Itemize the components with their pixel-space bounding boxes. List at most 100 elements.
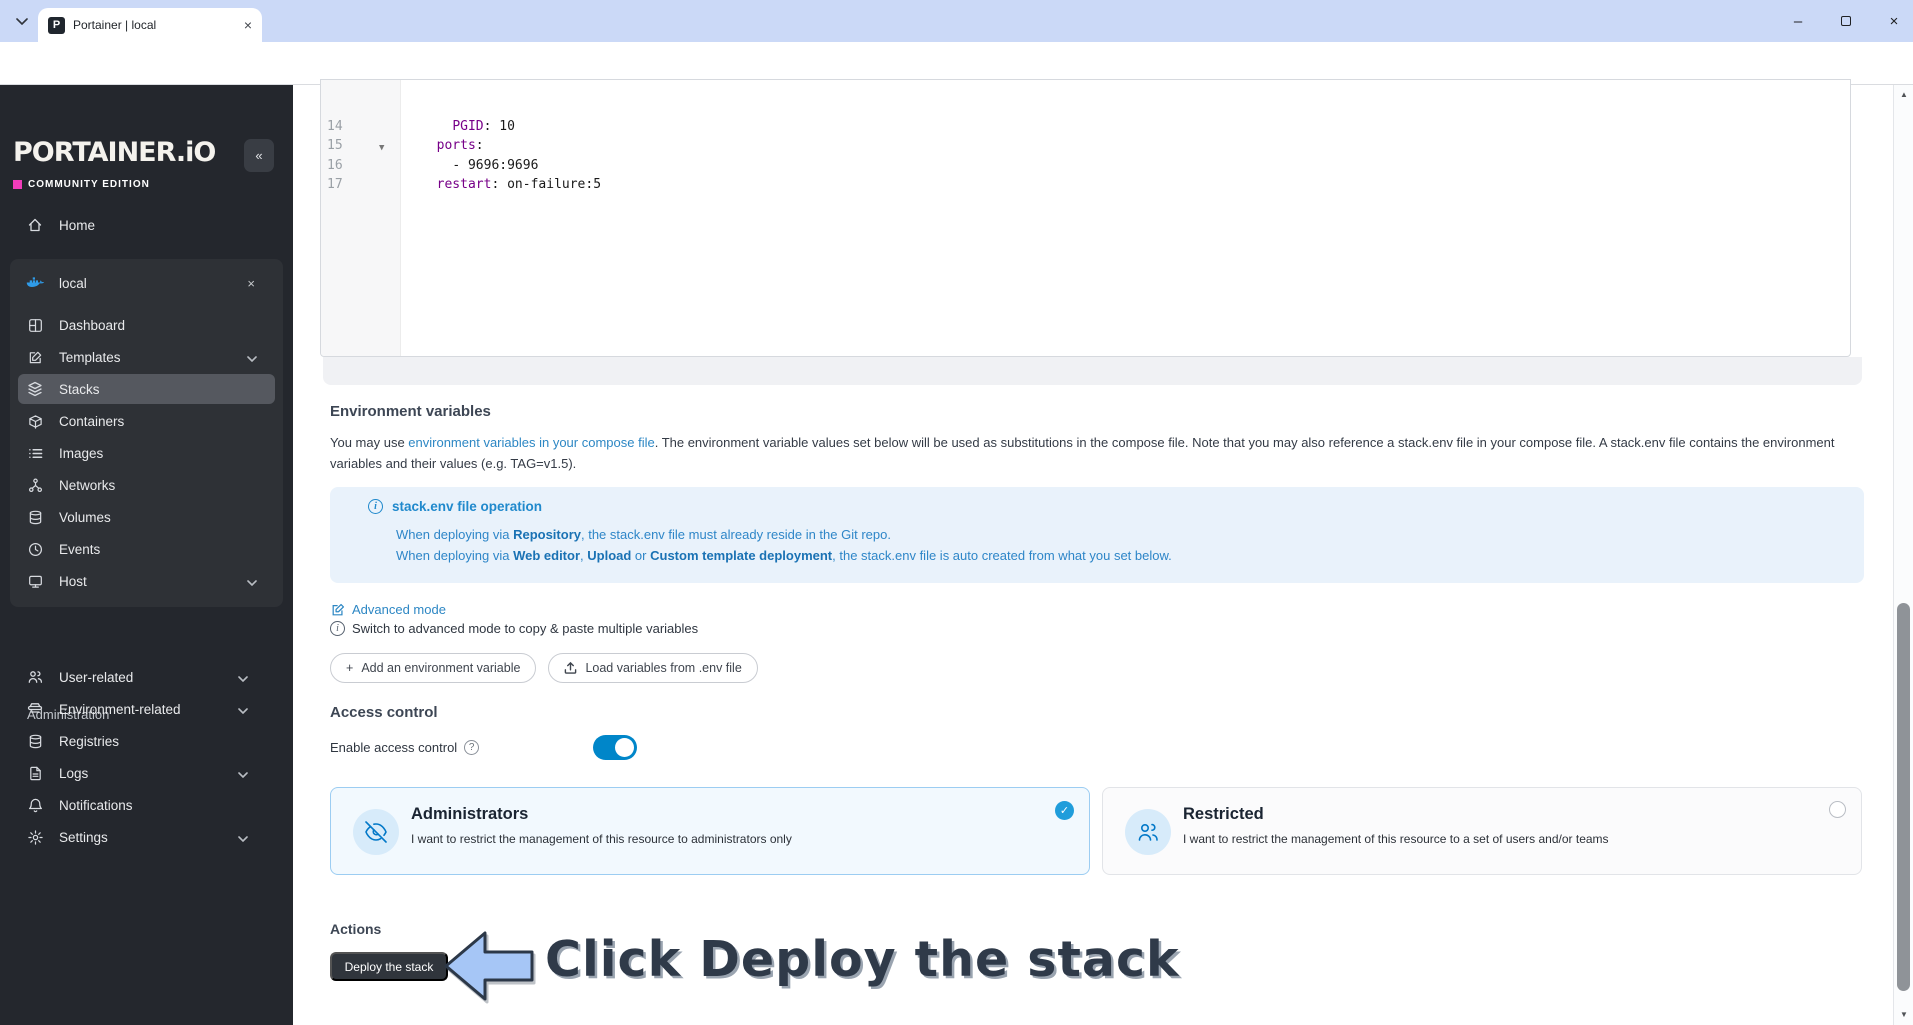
chevron-down-icon <box>247 350 257 365</box>
line-number: 14 <box>327 119 343 134</box>
window-close-button[interactable]: × <box>1887 13 1901 30</box>
card-description: I want to restrict the management of thi… <box>1183 832 1609 846</box>
templates-icon <box>26 350 44 365</box>
sidebar-item-images[interactable]: Images <box>26 439 267 467</box>
sidebar-item-environment-related[interactable]: Environment-related <box>26 695 276 723</box>
question-circle-icon[interactable]: ? <box>464 740 480 755</box>
stacks-icon <box>26 381 44 397</box>
compose-code-editor[interactable]: 14 PGID: 10 15 ▼ ports: 16 - 9696:9696 1… <box>320 79 1851 357</box>
sidebar-item-dashboard[interactable]: Dashboard <box>26 311 267 339</box>
users-icon <box>26 669 44 685</box>
file-logs-icon <box>26 766 44 781</box>
annotation-text: Click Deploy the stack <box>545 931 1180 988</box>
main-content: 14 PGID: 10 15 ▼ ports: 16 - 9696:9696 1… <box>293 79 1893 1025</box>
server-icon <box>26 701 44 717</box>
sidebar-item-host[interactable]: Host <box>26 567 267 595</box>
chevron-down-icon <box>238 702 248 717</box>
fold-toggle-icon[interactable]: ▼ <box>379 138 384 158</box>
sidebar-collapse-button[interactable]: « <box>244 139 274 172</box>
access-card-restricted[interactable]: Restricted I want to restrict the manage… <box>1102 787 1862 875</box>
sidebar-item-logs[interactable]: Logs <box>26 759 276 787</box>
home-icon <box>26 217 44 233</box>
chevron-down-icon <box>238 670 248 685</box>
sidebar-item-home[interactable]: Home <box>26 211 95 239</box>
sidebar-environment-local[interactable]: local × <box>26 269 267 297</box>
pencil-square-icon <box>332 603 345 615</box>
load-env-file-button[interactable]: Load variables from .env file <box>548 653 758 683</box>
gear-icon <box>26 829 44 845</box>
advanced-mode-hint: i Switch to advanced mode to copy & past… <box>330 621 698 636</box>
actions-heading: Actions <box>330 921 382 937</box>
window-restore-button[interactable] <box>1839 14 1853 28</box>
page-scrollbar[interactable]: ▲ ▼ <box>1893 85 1913 1025</box>
users-group-icon <box>1125 809 1171 855</box>
scroll-up-icon[interactable]: ▲ <box>1894 90 1913 99</box>
plus-icon: + <box>346 661 354 675</box>
window-minimize-button[interactable]: – <box>1791 13 1805 30</box>
card-title: Restricted <box>1183 805 1264 823</box>
dashboard-icon <box>26 318 44 333</box>
info-icon: i <box>330 621 345 636</box>
sidebar-item-settings[interactable]: Settings <box>26 823 276 851</box>
sidebar-item-stacks[interactable]: Stacks <box>18 374 275 404</box>
browser-titlebar: P Portainer | local × – × <box>0 0 1913 42</box>
toggle-knob <box>615 738 634 757</box>
line-number: 15 <box>327 138 343 153</box>
events-clock-icon <box>26 542 44 557</box>
networks-icon <box>26 478 44 493</box>
access-control-heading: Access control <box>330 704 438 721</box>
eye-off-icon <box>353 809 399 855</box>
radio-unselected-icon[interactable] <box>1829 801 1846 818</box>
portainer-logo: PORTAINER.iO <box>13 137 216 168</box>
sidebar-item-volumes[interactable]: Volumes <box>26 503 267 531</box>
editor-footer-strip <box>323 357 1862 385</box>
sidebar-item-containers[interactable]: Containers <box>26 407 267 435</box>
registry-icon <box>26 734 44 749</box>
docker-whale-icon <box>26 275 44 291</box>
bell-icon <box>26 798 44 813</box>
compose-file-link[interactable]: environment variables in your compose fi… <box>408 435 654 450</box>
line-number: 17 <box>327 177 343 192</box>
tab-close-icon[interactable]: × <box>244 17 252 33</box>
selected-check-icon[interactable]: ✓ <box>1055 801 1074 820</box>
tab-search-icon[interactable] <box>10 11 34 31</box>
sidebar-item-networks[interactable]: Networks <box>26 471 267 499</box>
card-description: I want to restrict the management of thi… <box>411 832 792 846</box>
chevron-down-icon <box>238 766 248 781</box>
info-box-title: stack.env file operation <box>392 499 543 514</box>
edition-label: COMMUNITY EDITION <box>13 179 150 190</box>
sidebar-item-notifications[interactable]: Notifications <box>26 791 276 819</box>
advanced-mode-link[interactable]: Advanced mode <box>331 602 446 617</box>
info-icon: i <box>368 499 383 514</box>
env-variables-description: You may use environment variables in you… <box>330 435 1835 471</box>
env-variables-heading: Environment variables <box>330 403 491 420</box>
upload-icon <box>565 661 577 674</box>
host-icon <box>26 574 44 589</box>
line-number: 16 <box>327 158 343 173</box>
edition-square-icon <box>13 180 22 189</box>
tab-title: Portainer | local <box>73 18 157 32</box>
access-control-toggle[interactable] <box>593 735 637 760</box>
chevron-down-icon <box>238 830 248 845</box>
stack-env-info-box: i stack.env file operation When deployin… <box>330 487 1864 583</box>
portainer-favicon-icon: P <box>48 16 65 34</box>
card-title: Administrators <box>411 805 529 823</box>
browser-tab[interactable]: P Portainer | local × <box>38 8 262 42</box>
sidebar-item-registries[interactable]: Registries <box>26 727 276 755</box>
access-card-administrators[interactable]: Administrators I want to restrict the ma… <box>330 787 1090 875</box>
chevron-down-icon <box>247 574 257 589</box>
add-env-variable-button[interactable]: + Add an environment variable <box>330 653 537 683</box>
info-line-repository: When deploying via Repository, the stack… <box>396 527 891 542</box>
scrollbar-thumb[interactable] <box>1897 603 1910 991</box>
sidebar-item-user-related[interactable]: User-related <box>26 663 276 691</box>
sidebar: PORTAINER.iO « COMMUNITY EDITION Home lo… <box>0 85 293 1025</box>
restore-icon <box>1841 16 1851 26</box>
environment-close-icon[interactable]: × <box>247 276 255 291</box>
enable-access-control-label: Enable access control ? <box>330 735 480 760</box>
scroll-down-icon[interactable]: ▼ <box>1894 1010 1913 1019</box>
volumes-icon <box>26 510 44 525</box>
sidebar-item-events[interactable]: Events <box>26 535 267 563</box>
deploy-stack-button[interactable]: Deploy the stack <box>330 952 448 981</box>
containers-icon <box>26 414 44 429</box>
sidebar-item-templates[interactable]: Templates <box>26 343 267 371</box>
